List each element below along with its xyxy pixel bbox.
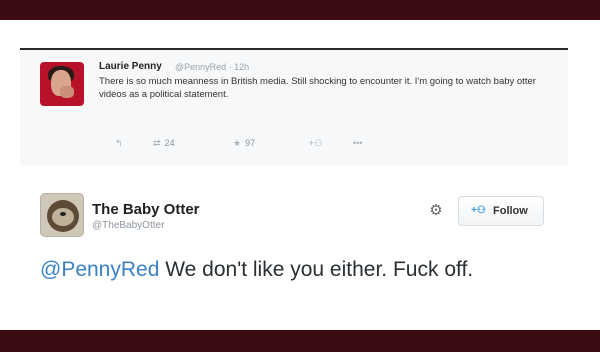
otter-face xyxy=(52,208,74,226)
author-name[interactable]: The Baby Otter xyxy=(92,201,200,218)
person-add-icon: +⚇ xyxy=(471,205,486,216)
reply-tweet-text: @PennyRed We don't like you either. Fuck… xyxy=(40,256,520,283)
retweet-action[interactable]: ⇄ 24 xyxy=(153,138,175,149)
follow-button[interactable]: +⚇ Follow xyxy=(458,196,544,226)
author-handle-time[interactable]: @PennyRed · 12h xyxy=(175,62,249,72)
avatar-hand xyxy=(60,86,74,98)
top-frame-bar xyxy=(0,0,600,20)
reply-body: We don't like you either. Fuck off. xyxy=(159,258,474,281)
quoted-tweet[interactable]: Laurie Penny @PennyRed · 12h There is so… xyxy=(20,48,568,166)
follow-label: Follow xyxy=(493,205,528,217)
tweet-text: There is so much meanness in British med… xyxy=(99,76,536,100)
author-name[interactable]: Laurie Penny xyxy=(99,61,162,72)
mention-link[interactable]: @PennyRed xyxy=(40,258,159,281)
retweet-count: 24 xyxy=(164,138,175,148)
person-add-icon[interactable]: +⚇ xyxy=(309,138,322,149)
favorite-count: 97 xyxy=(245,138,256,148)
author-handle[interactable]: @TheBabyOtter xyxy=(92,220,164,231)
favorite-action[interactable]: ★ 97 xyxy=(233,138,255,149)
star-icon: ★ xyxy=(233,138,242,148)
bottom-frame-bar xyxy=(0,330,600,352)
avatar[interactable] xyxy=(40,193,84,237)
retweet-icon: ⇄ xyxy=(153,138,161,148)
reply-icon[interactable]: ↰ xyxy=(115,138,123,149)
avatar[interactable] xyxy=(40,62,84,106)
more-icon[interactable]: ••• xyxy=(353,138,362,148)
otter-nose xyxy=(60,212,66,216)
gear-icon[interactable]: ⚙ xyxy=(428,203,444,219)
